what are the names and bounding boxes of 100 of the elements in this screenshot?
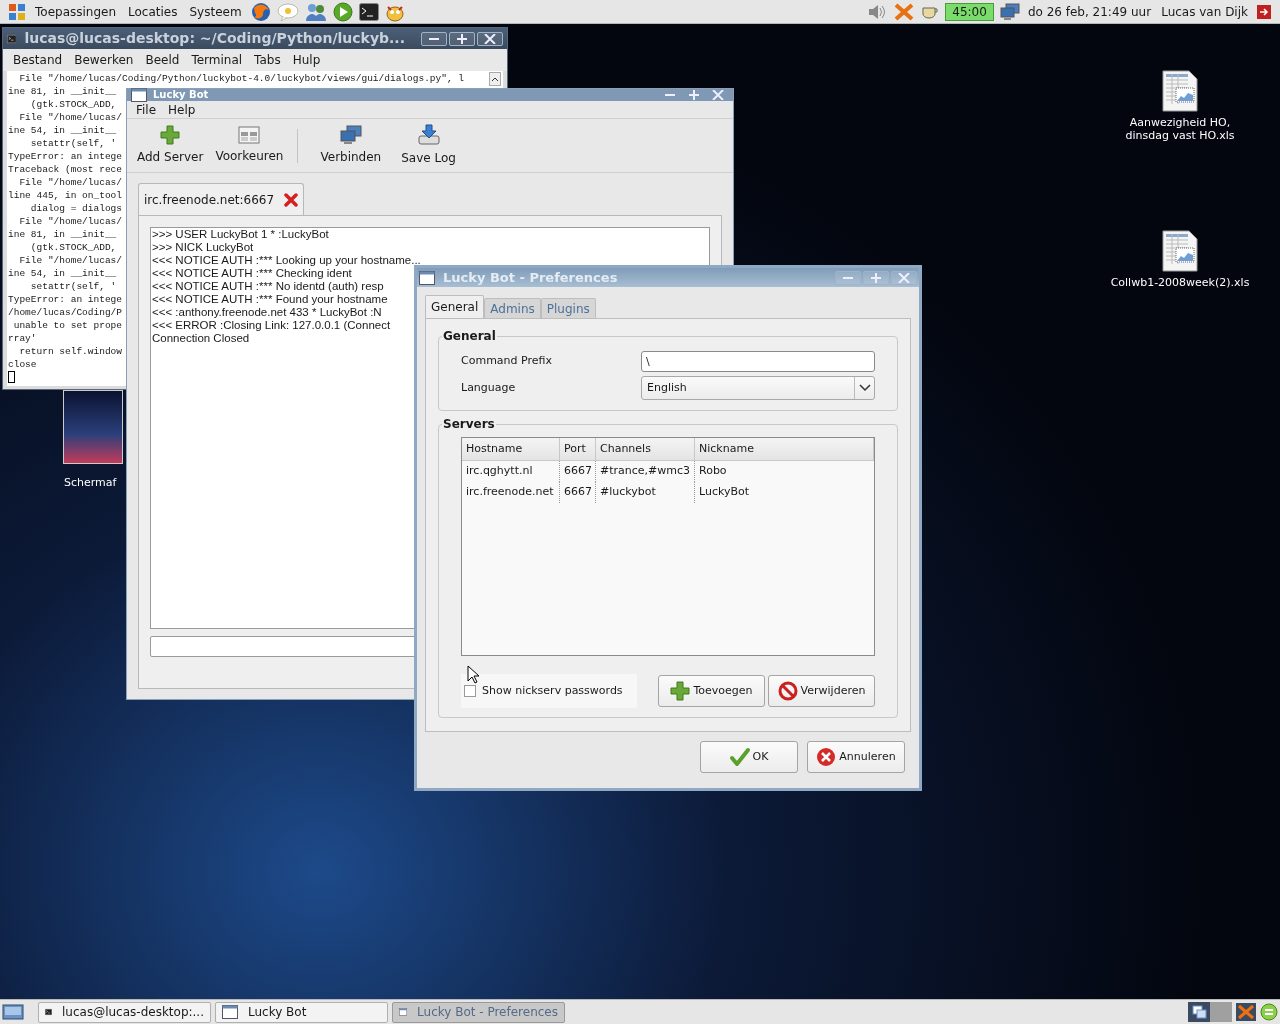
window-title: Lucky Bot - Preferences [443,268,618,287]
taskbar-button[interactable]: lucas@lucas-desktop:... [38,1001,211,1023]
status-circle-icon[interactable] [1260,1003,1278,1021]
checkbox[interactable] [464,685,476,697]
plus-icon [670,681,691,701]
tab-label[interactable]: irc.freenode.net:6667 [144,190,275,209]
show-desktop-icon[interactable] [2,1003,24,1021]
terminal-line: File "/home/lucas/ [18,111,123,124]
terminal-line: TypeError: an intege [8,293,123,306]
dialog-button[interactable]: Verwijderen [768,675,875,707]
menu-item[interactable]: Beeld [145,51,180,69]
toolbar-button[interactable]: Voorkeuren [209,126,290,165]
terminal-line: return self.window [18,345,123,358]
terminal-line: File "/home/lucas/Coding/Python/luckybot-4.0/luckybot/views/gui/dialogs.py", l [18,72,465,85]
text-cursor [8,371,15,383]
maximize-icon [456,33,468,44]
menu-item[interactable]: Bewerken [74,51,134,69]
close-tab-icon[interactable] [284,192,299,207]
terminal-line: File "/home/lucas/ [18,215,123,228]
checkmark-icon [729,747,750,767]
scroll-up-button[interactable] [489,72,501,86]
dialog-button[interactable]: Toevoegen [658,675,765,707]
file-name[interactable]: Collwb1-2008week(2).xls [1110,276,1250,289]
panel-menu[interactable]: Toepassingen [32,2,120,21]
terminal-icon[interactable] [358,2,379,21]
dialog-button[interactable]: OK [700,741,798,773]
maximize-icon [870,272,882,283]
network-monitor-icon[interactable] [999,2,1020,21]
terminal-line: ine 81, in __init__ [8,85,117,98]
terminal-line: Traceback (most rece [8,163,123,176]
terminal-icon [45,1005,53,1019]
log-line: <<< :anthony.freenode.net 433 * LuckyBot :N [152,306,382,319]
column-header[interactable]: Hostname [462,438,560,460]
column-header[interactable]: Port [560,438,596,460]
terminal-line: line 445, in on_tool [8,189,123,202]
clock[interactable]: do 26 feb, 21:49 uur [1025,2,1154,21]
window-icon [222,1005,238,1019]
toolbar-button[interactable]: Add Server [131,125,210,166]
panel-menu[interactable]: Systeem [186,2,245,21]
user-name[interactable]: Lucas van Dijk [1159,2,1250,21]
settings-tab[interactable]: General [425,295,485,318]
terminal-line: unable to set prope [12,319,123,332]
terminal-line: File "/home/lucas/ [18,176,123,189]
menu-item[interactable]: Terminal [191,51,243,69]
language-dropdown[interactable]: English [641,376,875,400]
globe-icon[interactable] [250,1,271,22]
terminal-line: dialog = dialogs [29,202,123,215]
log-line: <<< NOTICE AUTH :*** No identd (auth) resp [152,280,384,293]
window-title: Lucky Bot [153,89,209,101]
section-heading: Servers [442,416,496,433]
terminal-line: TypeError: an intege [8,150,123,163]
spreadsheet-file-icon[interactable] [1162,70,1198,112]
menu-item[interactable]: Hulp [292,51,321,69]
show-passwords-checkbox[interactable]: Show nickserv passwords [461,674,637,708]
arrow-up-icon [491,76,499,82]
play-icon[interactable] [332,1,353,22]
maximize-icon [688,90,700,100]
download-disk-icon [417,124,440,146]
settings-tab[interactable]: Admins [484,298,541,318]
column-header[interactable]: Nickname [695,438,874,460]
people-icon[interactable] [304,1,327,22]
file-name[interactable]: Schermaf [58,476,117,489]
file-name[interactable]: Aanwezigheid HO, dinsdag vast HO.xls [1110,116,1250,142]
menu-item[interactable]: Help [168,100,196,119]
log-line: >>> USER LuckyBot 1 * :LuckyBot [152,228,329,241]
menu-item[interactable]: File [136,100,157,119]
table-cell-text: LuckyBot [698,484,751,501]
speaker-icon[interactable] [867,2,888,21]
minimize-button[interactable] [421,31,447,46]
terminal-line: setattr(self, ' [29,280,117,293]
close-button[interactable] [477,31,503,46]
table-cell: #luckybot [596,482,695,503]
menu-item[interactable]: Tabs [254,51,281,69]
panel-menu[interactable]: Locaties [125,2,181,21]
menu-item[interactable]: Bestand [13,51,63,69]
workspace-switcher-icon[interactable] [1188,1002,1232,1022]
dialog-button[interactable]: Annuleren [807,741,905,773]
window-icon [131,88,147,102]
taskbar-button[interactable]: Lucky Bot [215,1001,388,1023]
field-label: Language [461,379,517,396]
toolbar-button[interactable]: Verbinden [314,125,388,166]
settings-tab[interactable]: Plugins [540,298,596,318]
cancel-icon [816,747,837,767]
apps-grid-icon[interactable] [8,2,26,21]
toolbar-button[interactable]: Save Log [395,124,462,167]
no-entry-icon [777,681,798,701]
photo-placeholder[interactable] [63,390,123,464]
cross-icon[interactable] [893,1,916,22]
table-cell-text: Robo [698,463,728,480]
terminal-line: close [8,358,37,371]
battery-indicator: 45:00 [945,2,994,21]
logout-icon[interactable] [1256,3,1272,20]
connection-tab[interactable]: irc.freenode.net:6667 [138,183,305,215]
terminal-line: setattr(self, ' [29,137,117,150]
command-prefix-field[interactable]: \ [641,351,875,372]
cross-icon[interactable] [1236,1003,1256,1021]
window-panels-icon [238,126,261,144]
column-header[interactable]: Channels [596,438,695,460]
maximize-button[interactable] [449,31,475,46]
spreadsheet-file-icon[interactable] [1162,230,1198,272]
